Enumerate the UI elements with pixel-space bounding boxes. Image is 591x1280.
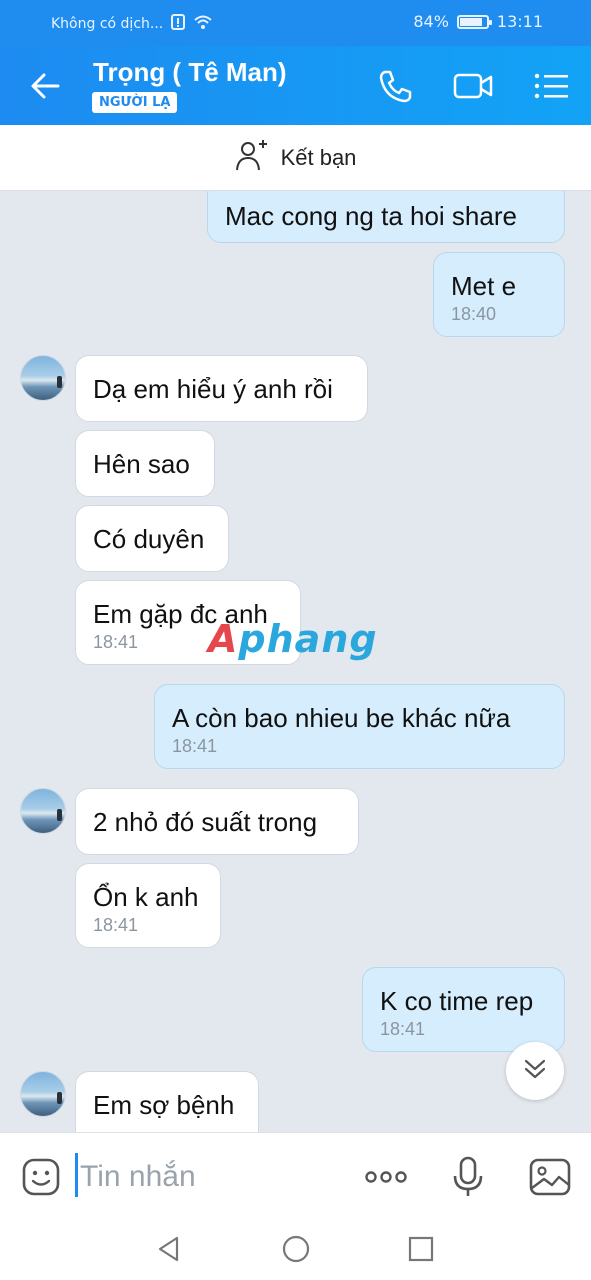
nav-back-icon[interactable]: [154, 1234, 184, 1264]
microphone-icon[interactable]: [446, 1155, 490, 1199]
message-time: 18:41: [172, 736, 218, 756]
message-list[interactable]: Mac cong ng ta hoi share Met e 18:40 Dạ …: [0, 191, 591, 1132]
message-bubble-sent[interactable]: Mac cong ng ta hoi share: [207, 191, 565, 243]
chat-header: Trọng ( Tê Man) NGƯỜI LẠ: [0, 46, 591, 125]
sticker-icon[interactable]: [20, 1155, 64, 1199]
message-time: 18:41: [380, 1019, 426, 1039]
phone-icon[interactable]: [375, 66, 415, 106]
battery-percent: 84%: [413, 12, 449, 31]
message-text: A còn bao nhieu be khác nữa: [172, 703, 511, 733]
message-text: Dạ em hiểu ý anh rồi: [93, 374, 333, 404]
message-text: Mac cong ng ta hoi share: [225, 201, 517, 231]
stranger-badge: NGƯỜI LẠ: [92, 92, 178, 113]
avatar[interactable]: [20, 1071, 66, 1117]
message-bubble-sent[interactable]: K co time rep 18:41: [362, 967, 565, 1052]
message-composer: [0, 1132, 591, 1218]
contact-name[interactable]: Trọng ( Tê Man): [93, 57, 287, 88]
chevron-double-down-icon: [522, 1056, 548, 1086]
watermark-logo: Aphang: [208, 617, 378, 661]
carrier-text: Không có dịch...: [51, 16, 164, 32]
message-bubble-received[interactable]: Có duyên: [75, 505, 229, 572]
message-bubble-received[interactable]: Ổn k anh 18:41: [75, 863, 221, 948]
avatar[interactable]: [20, 355, 66, 401]
menu-list-icon[interactable]: [533, 66, 573, 106]
message-text: Hên sao: [93, 449, 190, 479]
message-bubble-received[interactable]: Dạ em hiểu ý anh rồi: [75, 355, 368, 422]
message-bubble-received[interactable]: Em sợ bệnh: [75, 1071, 259, 1132]
scroll-to-bottom-button[interactable]: [506, 1042, 564, 1100]
message-text: Ổn k anh: [93, 882, 199, 912]
message-bubble-sent[interactable]: Met e 18:40: [433, 252, 565, 337]
message-text: Met e: [451, 271, 517, 301]
message-text: 2 nhỏ đó suất trong: [93, 807, 318, 837]
message-text: Có duyên: [93, 524, 205, 554]
message-bubble-received[interactable]: 2 nhỏ đó suất trong: [75, 788, 359, 855]
image-icon[interactable]: [528, 1155, 572, 1199]
add-person-icon: [235, 138, 271, 178]
message-text: K co time rep: [380, 986, 534, 1016]
message-bubble-sent[interactable]: A còn bao nhieu be khác nữa 18:41: [154, 684, 565, 769]
video-call-icon[interactable]: [453, 66, 493, 106]
message-bubble-received[interactable]: Hên sao: [75, 430, 215, 497]
add-friend-label: Kết bạn: [280, 144, 357, 170]
message-time: 18:40: [451, 304, 497, 324]
message-text: Em sợ bệnh: [93, 1090, 235, 1120]
more-icon[interactable]: [363, 1155, 409, 1199]
avatar[interactable]: [20, 788, 66, 834]
no-sim-icon: [171, 14, 186, 34]
text-caret: [75, 1153, 78, 1197]
system-nav-bar: [0, 1218, 591, 1280]
battery-icon: [456, 14, 492, 29]
wifi-icon: [193, 14, 213, 34]
nav-home-icon[interactable]: [281, 1234, 311, 1264]
clock: 13:11: [496, 12, 543, 31]
message-input[interactable]: [80, 1157, 340, 1197]
nav-recents-icon[interactable]: [406, 1234, 436, 1264]
back-arrow-icon[interactable]: [26, 68, 66, 104]
add-friend-bar[interactable]: Kết bạn: [0, 125, 591, 191]
status-bar: Không có dịch... 84% 13:11: [0, 0, 591, 46]
message-time: 18:41: [93, 915, 139, 935]
